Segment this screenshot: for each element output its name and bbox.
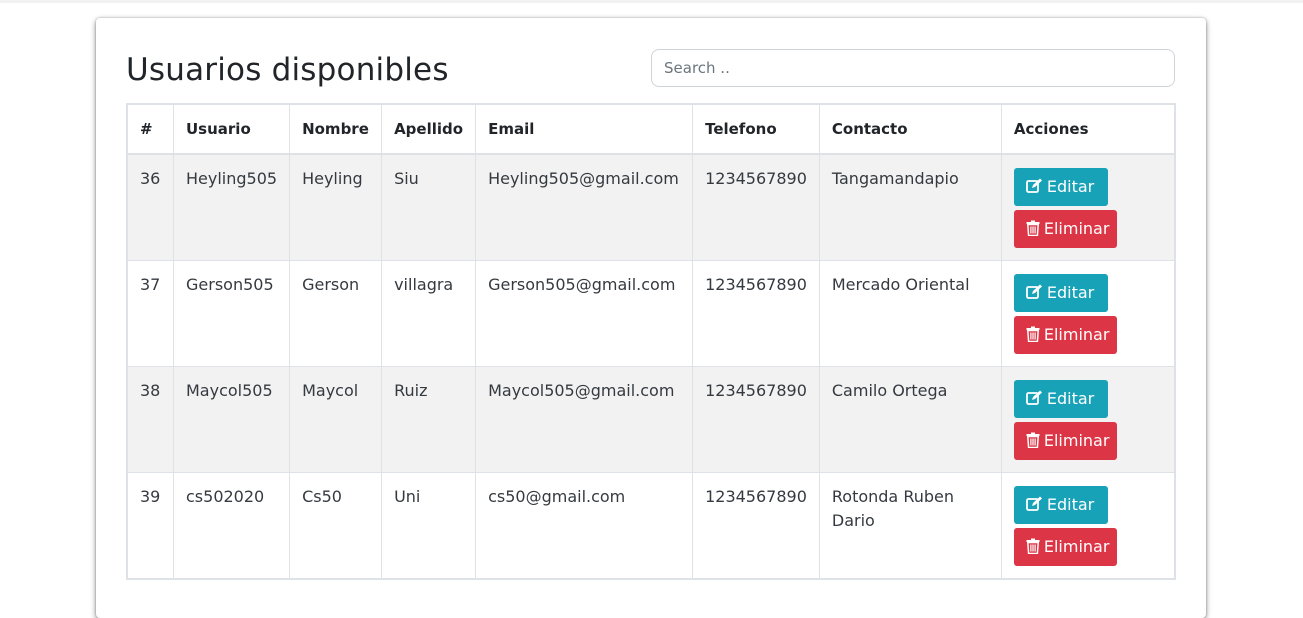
cell-nombre: Maycol bbox=[289, 366, 383, 473]
trash-icon bbox=[1026, 432, 1040, 452]
cell-contacto: Tangamandapio bbox=[818, 153, 1002, 261]
header-contacto: Contacto bbox=[818, 103, 1002, 155]
delete-label: Eliminar bbox=[1043, 536, 1110, 556]
delete-button[interactable]: Eliminar bbox=[1013, 528, 1117, 566]
cell-contacto: Mercado Oriental bbox=[818, 260, 1002, 367]
cell-email: Maycol505@gmail.com bbox=[475, 366, 694, 473]
cell-id: 36 bbox=[126, 153, 174, 261]
edit-label: Editar bbox=[1046, 176, 1095, 196]
delete-label: Eliminar bbox=[1043, 324, 1110, 344]
cell-id: 38 bbox=[126, 366, 174, 473]
header-acciones: Acciones bbox=[1000, 103, 1176, 155]
cell-acciones: Editar Eliminar bbox=[1000, 366, 1176, 473]
edit-icon bbox=[1025, 390, 1043, 410]
trash-icon bbox=[1026, 326, 1040, 346]
users-card: Usuarios disponibles # Usuario Nombre Ap… bbox=[96, 18, 1206, 618]
delete-button[interactable]: Eliminar bbox=[1013, 316, 1117, 354]
table-row: 39 cs502020 Cs50 Uni cs50@gmail.com 1234… bbox=[126, 472, 1176, 580]
cell-nombre: Gerson bbox=[289, 260, 383, 367]
cell-usuario: Maycol505 bbox=[172, 366, 291, 473]
cell-telefono: 1234567890 bbox=[692, 260, 820, 367]
header-id: # bbox=[126, 103, 174, 155]
cell-apellido: Ruiz bbox=[381, 366, 477, 473]
users-table: # Usuario Nombre Apellido Email Telefono… bbox=[126, 103, 1176, 580]
cell-email: cs50@gmail.com bbox=[475, 472, 694, 580]
cell-email: Gerson505@gmail.com bbox=[475, 260, 694, 367]
cell-nombre: Heyling bbox=[289, 153, 383, 261]
edit-label: Editar bbox=[1046, 494, 1095, 514]
header-usuario: Usuario bbox=[172, 103, 291, 155]
cell-id: 39 bbox=[126, 472, 174, 580]
edit-label: Editar bbox=[1046, 282, 1095, 302]
cell-telefono: 1234567890 bbox=[692, 472, 820, 580]
cell-usuario: Heyling505 bbox=[172, 153, 291, 261]
header-nombre: Nombre bbox=[289, 103, 383, 155]
cell-apellido: Siu bbox=[381, 153, 477, 261]
edit-icon bbox=[1025, 284, 1043, 304]
table-header-row: # Usuario Nombre Apellido Email Telefono… bbox=[126, 103, 1176, 155]
cell-usuario: cs502020 bbox=[172, 472, 291, 580]
table-row: 36 Heyling505 Heyling Siu Heyling505@gma… bbox=[126, 153, 1176, 261]
header-email: Email bbox=[475, 103, 694, 155]
cell-telefono: 1234567890 bbox=[692, 366, 820, 473]
trash-icon bbox=[1026, 538, 1040, 558]
cell-nombre: Cs50 bbox=[289, 472, 383, 580]
cell-contacto: Camilo Ortega bbox=[818, 366, 1002, 473]
trash-icon bbox=[1026, 220, 1040, 240]
edit-button[interactable]: Editar bbox=[1013, 274, 1108, 312]
cell-apellido: Uni bbox=[381, 472, 477, 580]
edit-button[interactable]: Editar bbox=[1013, 380, 1108, 418]
edit-button[interactable]: Editar bbox=[1013, 486, 1108, 524]
edit-icon bbox=[1025, 178, 1043, 198]
edit-label: Editar bbox=[1046, 388, 1095, 408]
table-row: 37 Gerson505 Gerson villagra Gerson505@g… bbox=[126, 260, 1176, 367]
cell-acciones: Editar Eliminar bbox=[1000, 260, 1176, 367]
delete-button[interactable]: Eliminar bbox=[1013, 422, 1117, 460]
header-telefono: Telefono bbox=[692, 103, 820, 155]
cell-id: 37 bbox=[126, 260, 174, 367]
top-divider bbox=[0, 0, 1303, 3]
cell-telefono: 1234567890 bbox=[692, 153, 820, 261]
delete-label: Eliminar bbox=[1043, 218, 1110, 238]
cell-usuario: Gerson505 bbox=[172, 260, 291, 367]
header-apellido: Apellido bbox=[381, 103, 477, 155]
table-row: 38 Maycol505 Maycol Ruiz Maycol505@gmail… bbox=[126, 366, 1176, 473]
cell-contacto: Rotonda Ruben Dario bbox=[818, 472, 1002, 580]
page-title: Usuarios disponibles bbox=[126, 52, 449, 88]
cell-apellido: villagra bbox=[381, 260, 477, 367]
delete-button[interactable]: Eliminar bbox=[1013, 210, 1117, 248]
delete-label: Eliminar bbox=[1043, 430, 1110, 450]
edit-icon bbox=[1025, 496, 1043, 516]
cell-acciones: Editar Eliminar bbox=[1000, 472, 1176, 580]
edit-button[interactable]: Editar bbox=[1013, 168, 1108, 206]
search-input[interactable] bbox=[651, 49, 1175, 87]
cell-acciones: Editar Eliminar bbox=[1000, 153, 1176, 261]
cell-email: Heyling505@gmail.com bbox=[475, 153, 694, 261]
